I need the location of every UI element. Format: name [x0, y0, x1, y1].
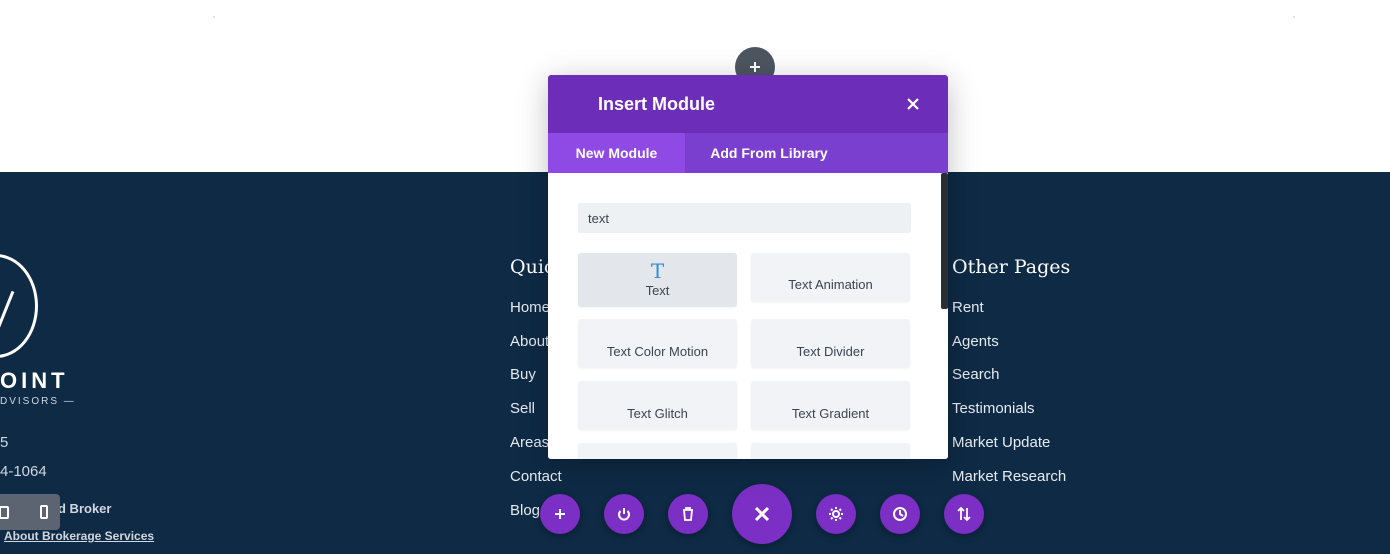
history-button[interactable]: [880, 494, 920, 534]
modal-scrollbar[interactable]: [941, 173, 948, 309]
add-module-button[interactable]: [540, 494, 580, 534]
contact-phone: 4-1064: [0, 463, 47, 480]
modal-tabs: New Module Add From Library: [548, 133, 948, 173]
module-text-animation[interactable]: Text Animation: [751, 253, 910, 302]
module-label: Text Animation: [788, 277, 873, 292]
module-text-divider[interactable]: Text Divider: [751, 319, 910, 368]
plus-icon: [555, 509, 565, 519]
history-icon: [893, 507, 907, 521]
module-label: Text Color Motion: [606, 344, 709, 359]
insert-module-modal: Insert Module New Module Add From Librar…: [548, 75, 948, 459]
module-text-color-motion[interactable]: Text Color Motion: [578, 319, 737, 368]
decor-dot: [1293, 16, 1295, 18]
footer-link-testimonials[interactable]: Testimonials: [952, 400, 1035, 417]
portability-button[interactable]: [944, 494, 984, 534]
logo-subtitle: DVISORS —: [0, 396, 76, 407]
module-label: Text: [645, 283, 670, 298]
text-module-icon: T: [650, 259, 665, 283]
builder-toolbar: [0, 484, 1390, 544]
close-icon: [907, 98, 919, 110]
module-text[interactable]: T Text: [578, 253, 737, 307]
footer-link-about[interactable]: About: [510, 333, 549, 350]
close-icon: [754, 506, 770, 522]
footer-link-rent[interactable]: Rent: [952, 299, 984, 316]
other-pages-heading: Other Pages: [952, 256, 1071, 278]
tab-add-from-library[interactable]: Add From Library: [685, 133, 853, 173]
disable-button[interactable]: [604, 494, 644, 534]
module-label: Text Gradient: [791, 406, 870, 421]
module-label: Text Divider: [796, 344, 865, 359]
module-partial[interactable]: [751, 443, 910, 459]
module-search-input[interactable]: [578, 203, 911, 233]
footer-link-buy[interactable]: Buy: [510, 366, 536, 383]
footer-link-market-update[interactable]: Market Update: [952, 434, 1050, 451]
decor-dot: [213, 16, 215, 18]
footer-link-market-research[interactable]: Market Research: [952, 468, 1066, 485]
module-text-glitch[interactable]: Text Glitch: [578, 381, 737, 430]
modal-title: Insert Module: [598, 94, 716, 114]
contact-address: 5: [0, 434, 9, 451]
module-text-gradient[interactable]: Text Gradient: [751, 381, 910, 430]
logo-wordmark: OINT: [0, 368, 69, 393]
modal-header: Insert Module: [548, 75, 948, 133]
module-partial[interactable]: [578, 443, 737, 459]
modal-body: T Text Text Animation Text Color Motion …: [548, 173, 948, 459]
footer-link-contact[interactable]: Contact: [510, 468, 562, 485]
close-builder-button[interactable]: [732, 484, 792, 544]
footer-link-areas[interactable]: Areas: [510, 434, 549, 451]
delete-button[interactable]: [668, 494, 708, 534]
tab-new-module[interactable]: New Module: [548, 133, 685, 173]
sort-icon: [957, 506, 971, 522]
gear-icon: [829, 507, 843, 521]
footer-link-agents[interactable]: Agents: [952, 333, 999, 350]
plus-icon: [750, 62, 760, 72]
footer-link-search[interactable]: Search: [952, 366, 1000, 383]
trash-icon: [683, 507, 693, 521]
modal-close-button[interactable]: [902, 93, 924, 115]
footer-link-home[interactable]: Home: [510, 299, 550, 316]
footer-link-sell[interactable]: Sell: [510, 400, 535, 417]
settings-button[interactable]: [816, 494, 856, 534]
module-label: Text Glitch: [627, 406, 688, 421]
power-icon: [618, 508, 630, 521]
